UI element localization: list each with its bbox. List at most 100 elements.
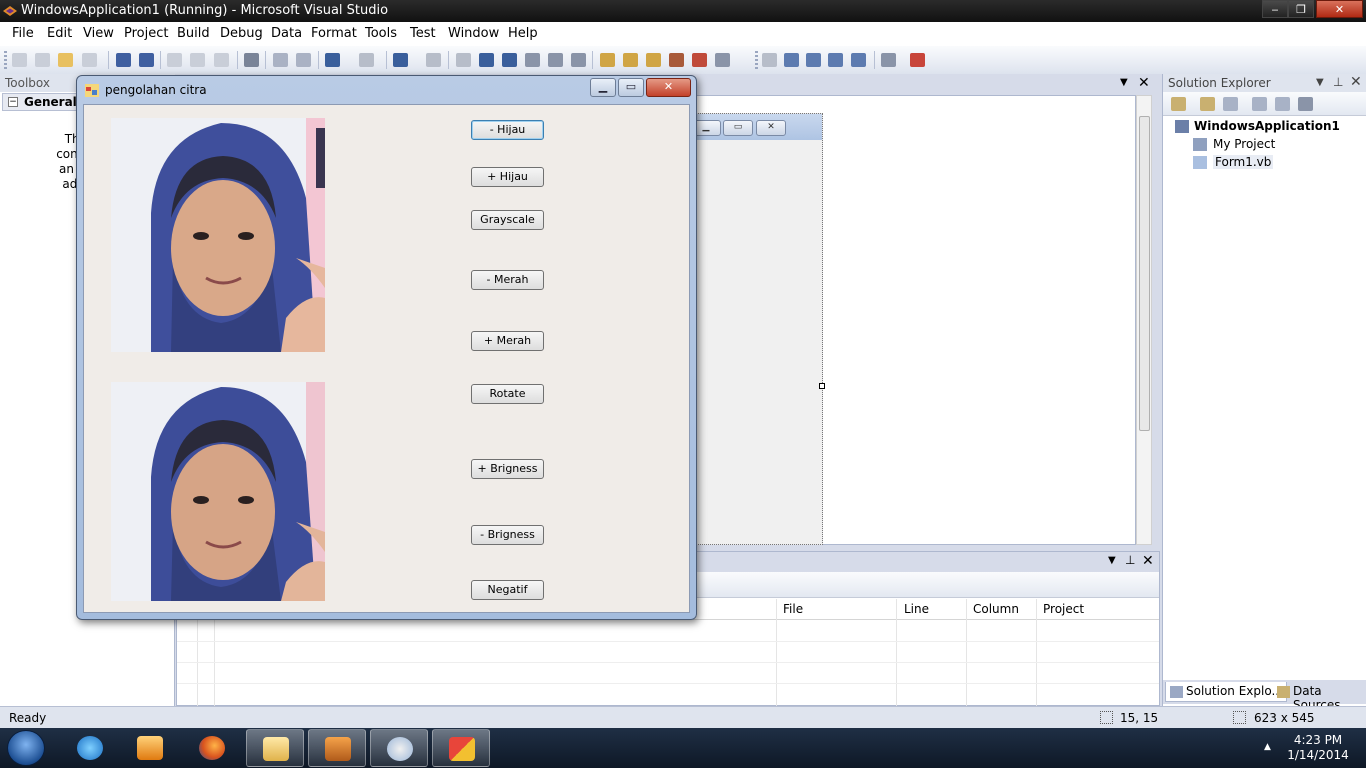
add-item-icon[interactable] xyxy=(35,53,50,67)
design-form-preview[interactable]: ▁ ▭ ✕ xyxy=(688,113,823,545)
tab-data-sources[interactable]: Data Sources xyxy=(1273,682,1366,712)
immediate-window-icon[interactable] xyxy=(715,53,730,67)
plus-red-button[interactable]: + Merah xyxy=(471,331,544,351)
menu-debug[interactable]: Debug xyxy=(220,26,263,41)
menu-build[interactable]: Build xyxy=(177,26,210,41)
app-close-button[interactable]: ✕ xyxy=(646,78,691,97)
pause-icon[interactable] xyxy=(479,53,494,67)
find-icon[interactable] xyxy=(244,53,259,67)
tree-item-form1[interactable]: Form1.vb xyxy=(1213,155,1274,169)
open-folder-icon[interactable] xyxy=(58,53,73,67)
panel-dropdown-icon[interactable]: ▼ xyxy=(1316,77,1324,88)
tree-item-my-project[interactable]: My Project xyxy=(1213,137,1275,151)
designer-vertical-scrollbar[interactable] xyxy=(1136,95,1152,545)
taskbar-explorer[interactable] xyxy=(246,729,304,767)
view-designer-icon[interactable] xyxy=(1275,97,1290,111)
copy-icon[interactable] xyxy=(190,53,205,67)
redo-icon[interactable] xyxy=(359,53,374,67)
taskbar-media-player[interactable] xyxy=(121,729,179,767)
close-button[interactable]: ✕ xyxy=(1316,0,1363,18)
toolbox-icon[interactable] xyxy=(669,53,684,67)
object-browser-icon[interactable] xyxy=(646,53,661,67)
call-stack-icon[interactable] xyxy=(851,53,866,67)
app-maximize-button[interactable]: ▭ xyxy=(618,78,644,97)
tab-solution-explorer[interactable]: Solution Explo... xyxy=(1165,682,1287,702)
taskbar-running-app[interactable] xyxy=(432,729,490,767)
properties-icon[interactable] xyxy=(1171,97,1186,111)
new-project-icon[interactable] xyxy=(12,53,27,67)
toolbar-grip[interactable] xyxy=(4,51,7,69)
close-document-icon[interactable]: ✕ xyxy=(1138,75,1150,91)
column-project[interactable]: Project xyxy=(1043,602,1084,616)
restore-button[interactable]: ❐ xyxy=(1288,0,1314,18)
navigate-forward-icon[interactable] xyxy=(426,53,441,67)
grayscale-button[interactable]: Grayscale xyxy=(471,210,544,230)
menu-help[interactable]: Help xyxy=(508,26,538,41)
menu-data[interactable]: Data xyxy=(271,26,302,41)
column-file[interactable]: File xyxy=(783,602,803,616)
menu-tools[interactable]: Tools xyxy=(365,26,397,41)
toolbar-grip[interactable] xyxy=(755,51,758,69)
navigate-backward-icon[interactable] xyxy=(393,53,408,67)
refresh-icon[interactable] xyxy=(1223,97,1238,111)
menu-format[interactable]: Format xyxy=(311,26,357,41)
show-hidden-icons-icon[interactable]: ▲ xyxy=(1264,742,1271,752)
menu-test[interactable]: Test xyxy=(410,26,436,41)
windows-orb-icon[interactable] xyxy=(7,730,45,766)
plus-brightness-button[interactable]: + Brigness xyxy=(471,459,544,479)
solution-explorer-icon[interactable] xyxy=(600,53,615,67)
error-list-icon[interactable] xyxy=(692,53,707,67)
taskbar-paint[interactable] xyxy=(370,729,428,767)
show-next-statement-icon[interactable] xyxy=(762,53,777,67)
collapse-icon[interactable]: − xyxy=(8,97,18,107)
scrollbar-thumb[interactable] xyxy=(1139,116,1150,431)
taskbar-clock[interactable]: 4:23 PM 1/14/2014 xyxy=(1280,733,1356,763)
rotate-button[interactable]: Rotate xyxy=(471,384,544,404)
close-panel-icon[interactable]: ✕ xyxy=(1142,553,1154,569)
pin-icon[interactable]: ⊥ xyxy=(1333,75,1343,89)
panel-dropdown-icon[interactable]: ▼ xyxy=(1108,555,1116,566)
step-over-icon[interactable] xyxy=(548,53,563,67)
negative-button[interactable]: Negatif xyxy=(471,580,544,600)
step-into-icon[interactable] xyxy=(525,53,540,67)
resize-handle[interactable] xyxy=(819,383,825,389)
start-debugging-icon[interactable] xyxy=(456,53,471,67)
menu-window[interactable]: Window xyxy=(448,26,499,41)
save-all-icon[interactable] xyxy=(139,53,154,67)
minus-red-button[interactable]: - Merah xyxy=(471,270,544,290)
column-line[interactable]: Line xyxy=(904,602,929,616)
undo-icon[interactable] xyxy=(325,53,340,67)
hex-display-icon[interactable] xyxy=(881,53,896,67)
breakpoints-window-icon[interactable] xyxy=(784,53,799,67)
watch-window-icon[interactable] xyxy=(828,53,843,67)
output-dropdown-icon[interactable] xyxy=(910,53,925,67)
taskbar-ie[interactable] xyxy=(61,729,119,767)
menu-file[interactable]: File xyxy=(12,26,34,41)
stop-icon[interactable] xyxy=(502,53,517,67)
view-code-icon[interactable] xyxy=(1252,97,1267,111)
tree-root-project[interactable]: WindowsApplication1 xyxy=(1194,119,1340,133)
class-diagram-icon[interactable] xyxy=(1298,97,1313,111)
menu-project[interactable]: Project xyxy=(124,26,168,41)
show-all-files-icon[interactable] xyxy=(1200,97,1215,111)
app-minimize-button[interactable]: ▁ xyxy=(590,78,616,97)
close-panel-icon[interactable]: ✕ xyxy=(1350,74,1362,90)
minus-brightness-button[interactable]: - Brigness xyxy=(471,525,544,545)
pin-icon[interactable]: ⊥ xyxy=(1125,553,1135,567)
plus-green-button[interactable]: + Hijau xyxy=(471,167,544,187)
menu-edit[interactable]: Edit xyxy=(47,26,72,41)
locals-window-icon[interactable] xyxy=(806,53,821,67)
save-icon[interactable] xyxy=(116,53,131,67)
step-out-icon[interactable] xyxy=(571,53,586,67)
column-column[interactable]: Column xyxy=(973,602,1019,616)
comment-icon[interactable] xyxy=(273,53,288,67)
taskbar-firefox[interactable] xyxy=(183,729,241,767)
properties-icon[interactable] xyxy=(623,53,638,67)
uncomment-icon[interactable] xyxy=(296,53,311,67)
paste-icon[interactable] xyxy=(214,53,229,67)
add-new-item-icon[interactable] xyxy=(82,53,97,67)
taskbar-visual-studio[interactable] xyxy=(308,729,366,767)
cut-icon[interactable] xyxy=(167,53,182,67)
minus-green-button[interactable]: - Hijau xyxy=(471,120,544,140)
menu-view[interactable]: View xyxy=(83,26,114,41)
